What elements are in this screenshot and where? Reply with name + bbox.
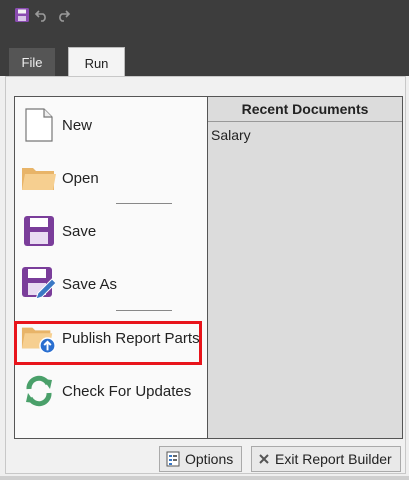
undo-icon[interactable] — [34, 8, 50, 22]
menu-item-save[interactable]: Save — [15, 208, 207, 254]
quick-access-toolbar — [15, 8, 71, 22]
options-icon — [166, 451, 180, 467]
tab-run[interactable]: Run — [68, 47, 125, 78]
bottom-strip — [0, 476, 409, 480]
tab-file[interactable]: File — [9, 48, 55, 76]
exit-label: Exit Report Builder — [275, 451, 392, 467]
menu-separator — [116, 203, 172, 204]
floppy-disk-icon — [21, 213, 57, 249]
menu-item-new[interactable]: New — [15, 102, 207, 148]
title-bar: File Run — [0, 0, 409, 78]
menu-commands: New Open Save Save As Publish Report Par… — [15, 97, 207, 438]
highlight-annotation — [14, 321, 202, 365]
new-document-icon — [21, 107, 57, 143]
recent-documents-panel: Recent Documents Salary — [207, 97, 402, 438]
menu-item-label: New — [62, 116, 93, 134]
menu-item-check-for-updates[interactable]: Check For Updates — [15, 368, 207, 414]
menu-item-label: Save — [62, 222, 97, 240]
folder-icon — [21, 160, 57, 196]
recent-documents-header: Recent Documents — [208, 97, 402, 122]
redo-icon[interactable] — [55, 8, 71, 22]
menu-item-label: Check For Updates — [62, 382, 192, 400]
exit-report-builder-button[interactable]: Exit Report Builder — [251, 446, 401, 472]
menu-item-open[interactable]: Open — [15, 155, 207, 201]
recent-document-item[interactable]: Salary — [208, 122, 402, 148]
menu-item-label: Save As — [62, 275, 118, 293]
options-label: Options — [185, 451, 234, 467]
floppy-disk-icon[interactable] — [15, 8, 29, 22]
refresh-icon — [21, 373, 57, 409]
save-as-icon — [21, 266, 57, 302]
options-button[interactable]: Options — [159, 446, 242, 472]
menu-separator — [116, 310, 172, 311]
menu-item-label: Open — [62, 169, 99, 187]
close-icon — [258, 453, 270, 465]
menu-item-save-as[interactable]: Save As — [15, 261, 207, 307]
file-menu: New Open Save Save As Publish Report Par… — [14, 96, 403, 439]
